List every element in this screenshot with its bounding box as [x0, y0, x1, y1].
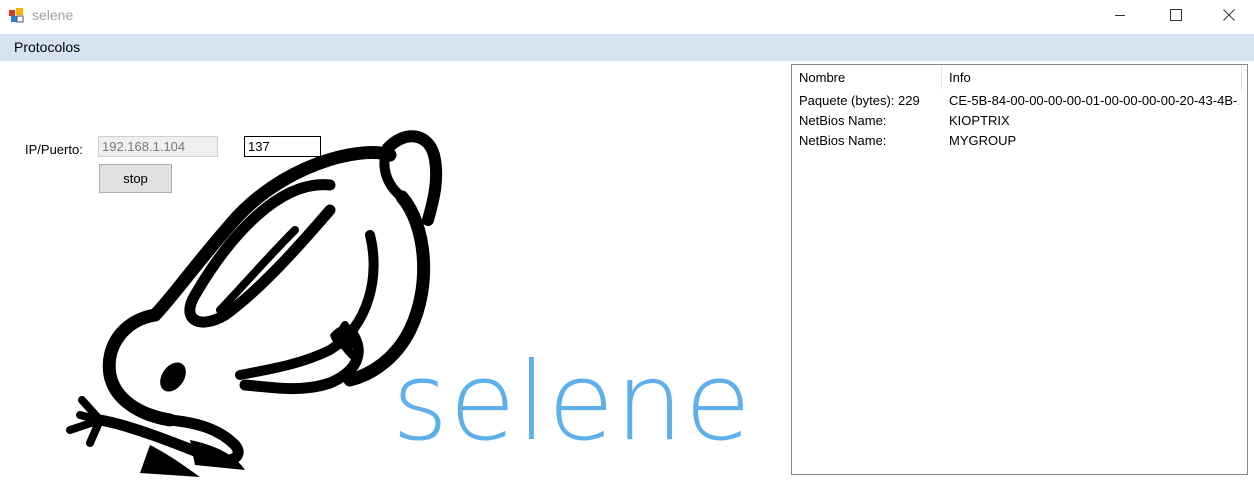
listview-rows: Paquete (bytes): 229 CE-5B-84-00-00-00-0…	[792, 91, 1247, 151]
app-window: selene Protocolos IP/Puerto: stop	[0, 0, 1254, 484]
logo-wordmark: selene	[392, 340, 753, 465]
maximize-button[interactable]	[1148, 0, 1204, 30]
results-listview[interactable]: Nombre Info Paquete (bytes): 229 CE-5B-8…	[791, 64, 1248, 475]
close-icon	[1223, 9, 1235, 21]
menu-item-protocolos[interactable]: Protocolos	[8, 34, 86, 61]
cell-info: CE-5B-84-00-00-00-00-01-00-00-00-00-20-4…	[949, 93, 1239, 108]
column-header-nombre[interactable]: Nombre	[792, 65, 942, 90]
listview-header: Nombre Info	[792, 65, 1247, 90]
cell-nombre: NetBios Name:	[799, 133, 887, 148]
minimize-button[interactable]	[1092, 0, 1148, 30]
cell-nombre: NetBios Name:	[799, 113, 887, 128]
maximize-icon	[1170, 9, 1182, 21]
app-icon	[9, 8, 24, 23]
column-header-info[interactable]: Info	[942, 65, 1242, 90]
title-bar[interactable]: selene	[0, 0, 1254, 32]
menu-bar: Protocolos	[0, 34, 1254, 61]
list-item[interactable]: Paquete (bytes): 229 CE-5B-84-00-00-00-0…	[792, 91, 1247, 111]
window-title: selene	[32, 7, 74, 23]
list-item[interactable]: NetBios Name: MYGROUP	[792, 131, 1247, 151]
cell-info: KIOPTRIX	[949, 113, 1010, 128]
cell-info: MYGROUP	[949, 133, 1017, 148]
cell-nombre: Paquete (bytes): 229	[799, 93, 920, 108]
close-button[interactable]	[1204, 0, 1254, 30]
minimize-icon	[1115, 15, 1125, 16]
list-item[interactable]: NetBios Name: KIOPTRIX	[792, 111, 1247, 131]
